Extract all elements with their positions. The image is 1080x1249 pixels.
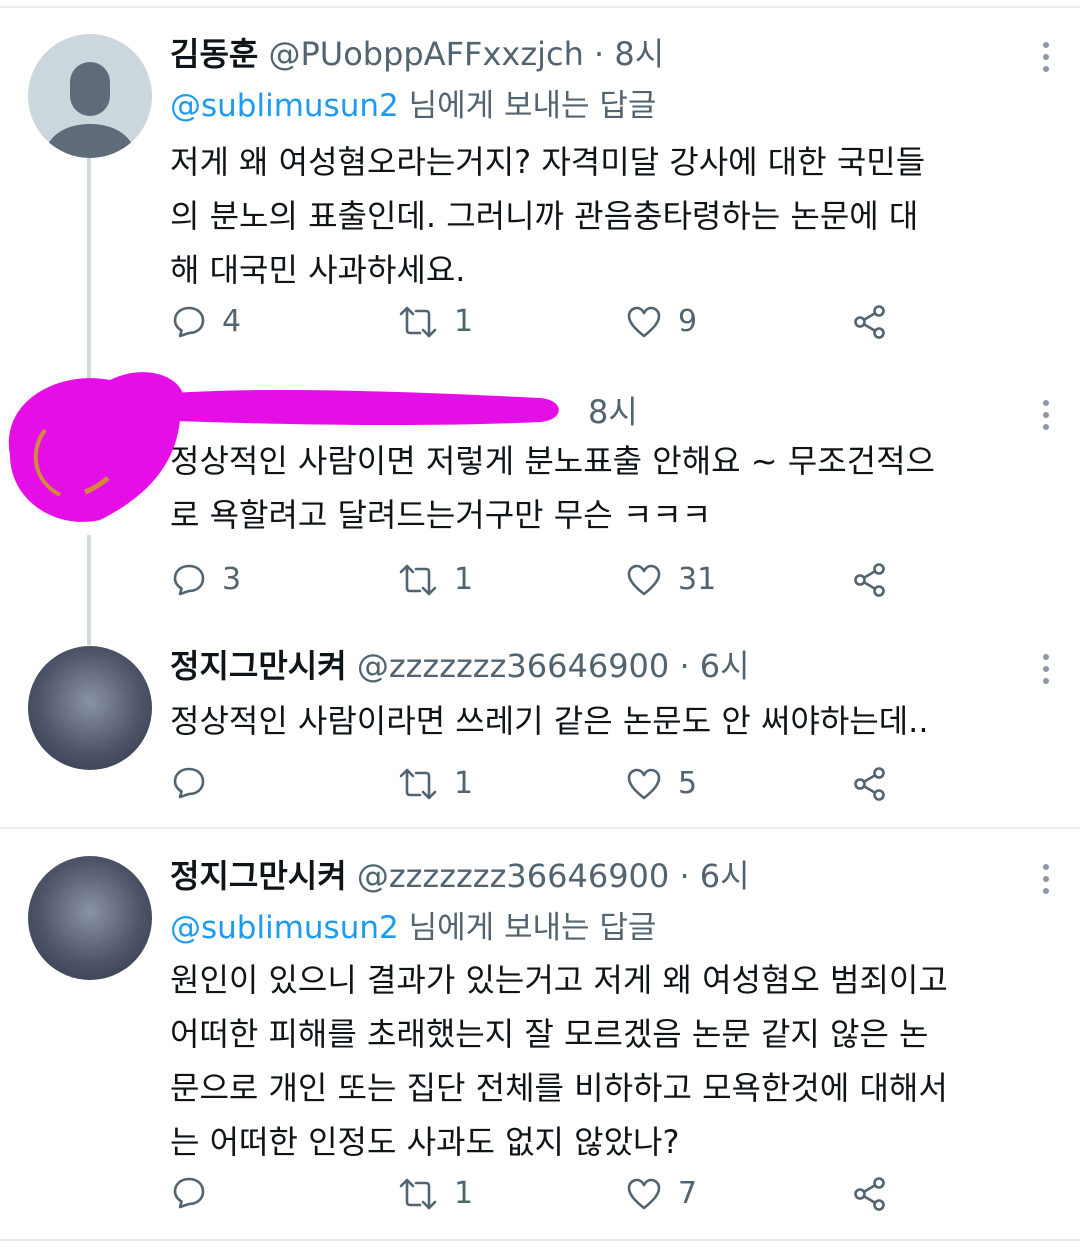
tweet-actions: 3 1 31	[170, 562, 890, 602]
share-icon	[854, 767, 885, 801]
share-button[interactable]	[852, 766, 888, 802]
share-icon	[854, 1177, 885, 1211]
timestamp[interactable]: 8시	[614, 35, 664, 73]
reply-button[interactable]: 3	[172, 562, 241, 597]
tweet-header: 정지그만시켜 @zzzzzzz36646900 · 6시	[170, 646, 750, 686]
share-button[interactable]	[852, 304, 888, 340]
reply-button[interactable]	[172, 1176, 222, 1210]
retweet-count: 1	[454, 304, 474, 339]
timestamp[interactable]: 6시	[700, 857, 750, 895]
retweet-icon	[399, 306, 437, 337]
tweet-text: 정상적인 사람이라면 쓰레기 같은 논문도 안 써야하는데..	[170, 702, 929, 740]
reply-count: 4	[222, 304, 242, 339]
user-handle[interactable]: @zzzzzzz36646900	[357, 857, 669, 895]
avatar[interactable]	[28, 392, 152, 516]
retweet-button[interactable]: 1	[398, 304, 473, 339]
retweet-count: 1	[454, 766, 474, 801]
tweet[interactable]: 김동훈 @PUobppAFFxxzjch · 8시 @sublimusun2 님…	[170, 34, 1050, 344]
tweet[interactable]: 정지그만시켜 @zzzzzzz36646900 · 6시 @sublimusun…	[170, 856, 1050, 1226]
thread-line	[87, 535, 91, 645]
separator: ·	[594, 35, 605, 73]
reply-icon	[173, 306, 205, 337]
tweet-header: 정지그만시켜 @zzzzzzz36646900 · 6시	[170, 856, 750, 896]
retweet-icon	[399, 1178, 437, 1209]
default-avatar-icon	[44, 62, 136, 158]
user-handle[interactable]: @PUobppAFFxxzjch	[269, 35, 584, 73]
retweet-count: 1	[454, 562, 474, 597]
like-count: 7	[678, 1176, 698, 1211]
timestamp[interactable]: 6시	[700, 647, 750, 685]
tweet[interactable]: 8시 정상적인 사람이면 저렇게 분노표출 안해요 ~ 무조건적으 로 욕할려고…	[170, 392, 1050, 612]
display-name[interactable]: 김동훈	[170, 35, 258, 73]
heart-icon	[627, 768, 661, 799]
tweet[interactable]: 정지그만시켜 @zzzzzzz36646900 · 6시 정상적인 사람이라면 …	[170, 646, 1050, 806]
like-count: 31	[678, 562, 717, 597]
top-divider	[0, 6, 1080, 8]
reply-count: 3	[222, 562, 242, 597]
more-options-icon[interactable]	[1042, 400, 1050, 430]
reply-to-suffix: 님에게 보내는 답글	[408, 88, 657, 124]
retweet-count: 1	[454, 1176, 474, 1211]
reply-to-suffix: 님에게 보내는 답글	[408, 910, 657, 946]
like-button[interactable]: 9	[626, 304, 697, 339]
share-button[interactable]	[852, 562, 888, 598]
reply-button[interactable]: 4	[172, 304, 241, 339]
retweet-button[interactable]: 1	[398, 766, 473, 801]
tweet-text: 원인이 있으니 결과가 있는거고 저게 왜 여성혐오 범죄이고 어떠한 피해를 …	[170, 961, 948, 1161]
thread-divider	[0, 827, 1080, 829]
reply-icon	[173, 564, 205, 595]
avatar[interactable]	[28, 34, 152, 158]
display-name[interactable]: 정지그만시켜	[170, 857, 347, 895]
like-button[interactable]: 31	[626, 562, 716, 597]
retweet-icon	[399, 768, 437, 799]
avatar[interactable]	[28, 856, 152, 980]
share-button[interactable]	[852, 1176, 888, 1212]
more-options-icon[interactable]	[1042, 654, 1050, 684]
tweet-actions: 4 1 9	[170, 304, 890, 344]
more-options-icon[interactable]	[1042, 864, 1050, 894]
reply-icon	[173, 767, 205, 799]
avatar[interactable]	[28, 646, 152, 770]
retweet-icon	[399, 564, 437, 595]
retweet-button[interactable]: 1	[398, 562, 473, 597]
heart-icon	[627, 1178, 661, 1209]
like-button[interactable]: 7	[626, 1176, 697, 1211]
user-handle[interactable]: @zzzzzzz36646900	[357, 647, 669, 685]
mention-link[interactable]: @sublimusun2	[170, 88, 399, 124]
thread-line	[87, 158, 91, 382]
share-icon	[854, 563, 885, 597]
reply-button[interactable]	[172, 766, 222, 800]
tweet-header: 김동훈 @PUobppAFFxxzjch · 8시	[170, 34, 664, 74]
like-count: 9	[678, 304, 698, 339]
mention-link[interactable]: @sublimusun2	[170, 910, 399, 946]
heart-icon	[627, 564, 661, 595]
like-button[interactable]: 5	[626, 766, 697, 801]
share-icon	[854, 305, 885, 339]
more-options-icon[interactable]	[1042, 42, 1050, 72]
heart-icon	[627, 306, 661, 337]
tweet-text: 정상적인 사람이면 저렇게 분노표출 안해요 ~ 무조건적으 로 욕할려고 달려…	[170, 442, 935, 534]
separator: ·	[679, 857, 690, 895]
tweet-text: 저게 왜 여성혐오라는거지? 자격미달 강사에 대한 국민들 의 분노의 표출인…	[170, 143, 926, 289]
bottom-divider	[0, 1239, 1080, 1241]
reply-icon	[173, 1177, 205, 1209]
tweet-actions: 1 7	[170, 1176, 890, 1216]
like-count: 5	[678, 766, 698, 801]
retweet-button[interactable]: 1	[398, 1176, 473, 1211]
timestamp[interactable]: 8시	[588, 393, 638, 431]
replying-to: @sublimusun2 님에게 보내는 답글	[170, 908, 656, 948]
display-name[interactable]: 정지그만시켜	[170, 647, 347, 685]
replying-to: @sublimusun2 님에게 보내는 답글	[170, 86, 656, 126]
separator: ·	[679, 647, 690, 685]
tweet-actions: 1 5	[170, 766, 890, 806]
tweet-header: 8시	[588, 392, 638, 432]
